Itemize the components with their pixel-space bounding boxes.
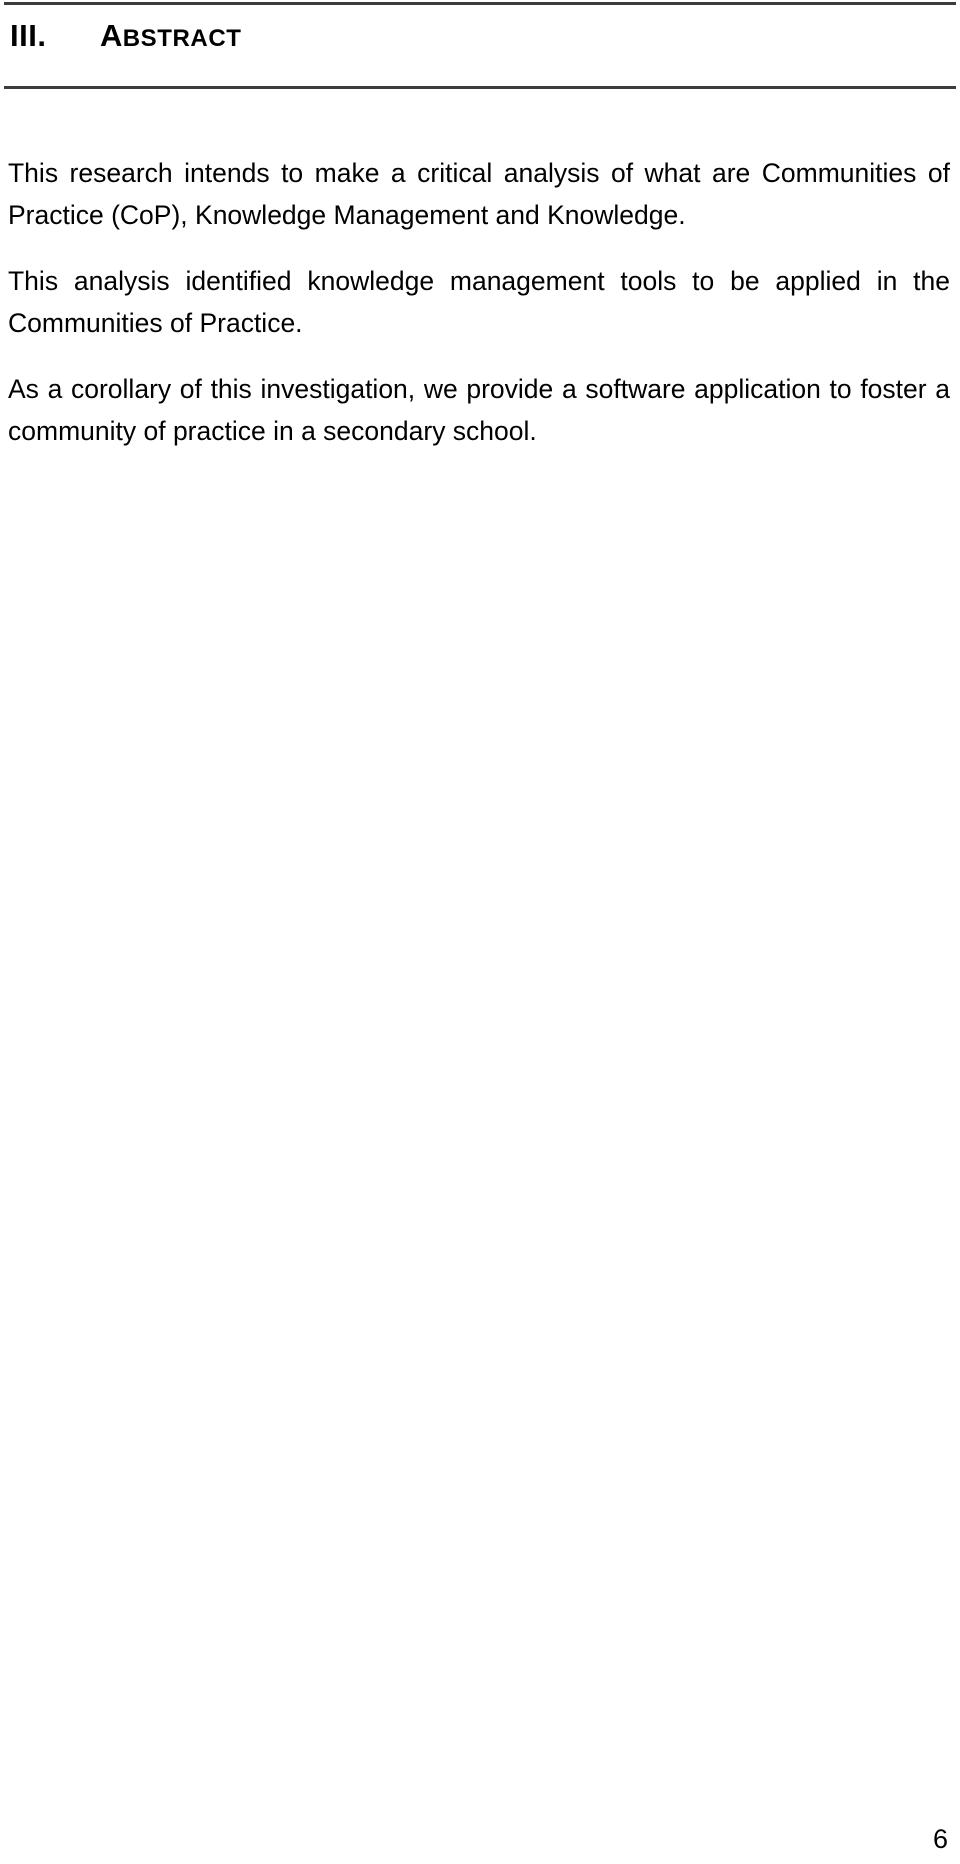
page-title-first-letter: A: [100, 18, 123, 53]
document-page: III. Abstract This research intends to m…: [0, 0, 960, 1864]
abstract-body: This research intends to make a critical…: [8, 152, 950, 452]
page-title: Abstract: [100, 19, 242, 56]
section-heading: III. Abstract: [0, 19, 960, 56]
paragraph: This research intends to make a critical…: [8, 158, 950, 230]
page-title-remainder: bstract: [122, 25, 242, 52]
paragraph: As a corollary of this investigation, we…: [8, 374, 950, 446]
section-number: III.: [10, 18, 47, 53]
page-number: 6: [932, 1824, 948, 1854]
heading-rule-bottom: [4, 86, 956, 89]
paragraph: This analysis identified knowledge manag…: [8, 266, 950, 338]
heading-rule-top: [4, 2, 956, 5]
section-heading-block: III. Abstract: [0, 0, 960, 89]
